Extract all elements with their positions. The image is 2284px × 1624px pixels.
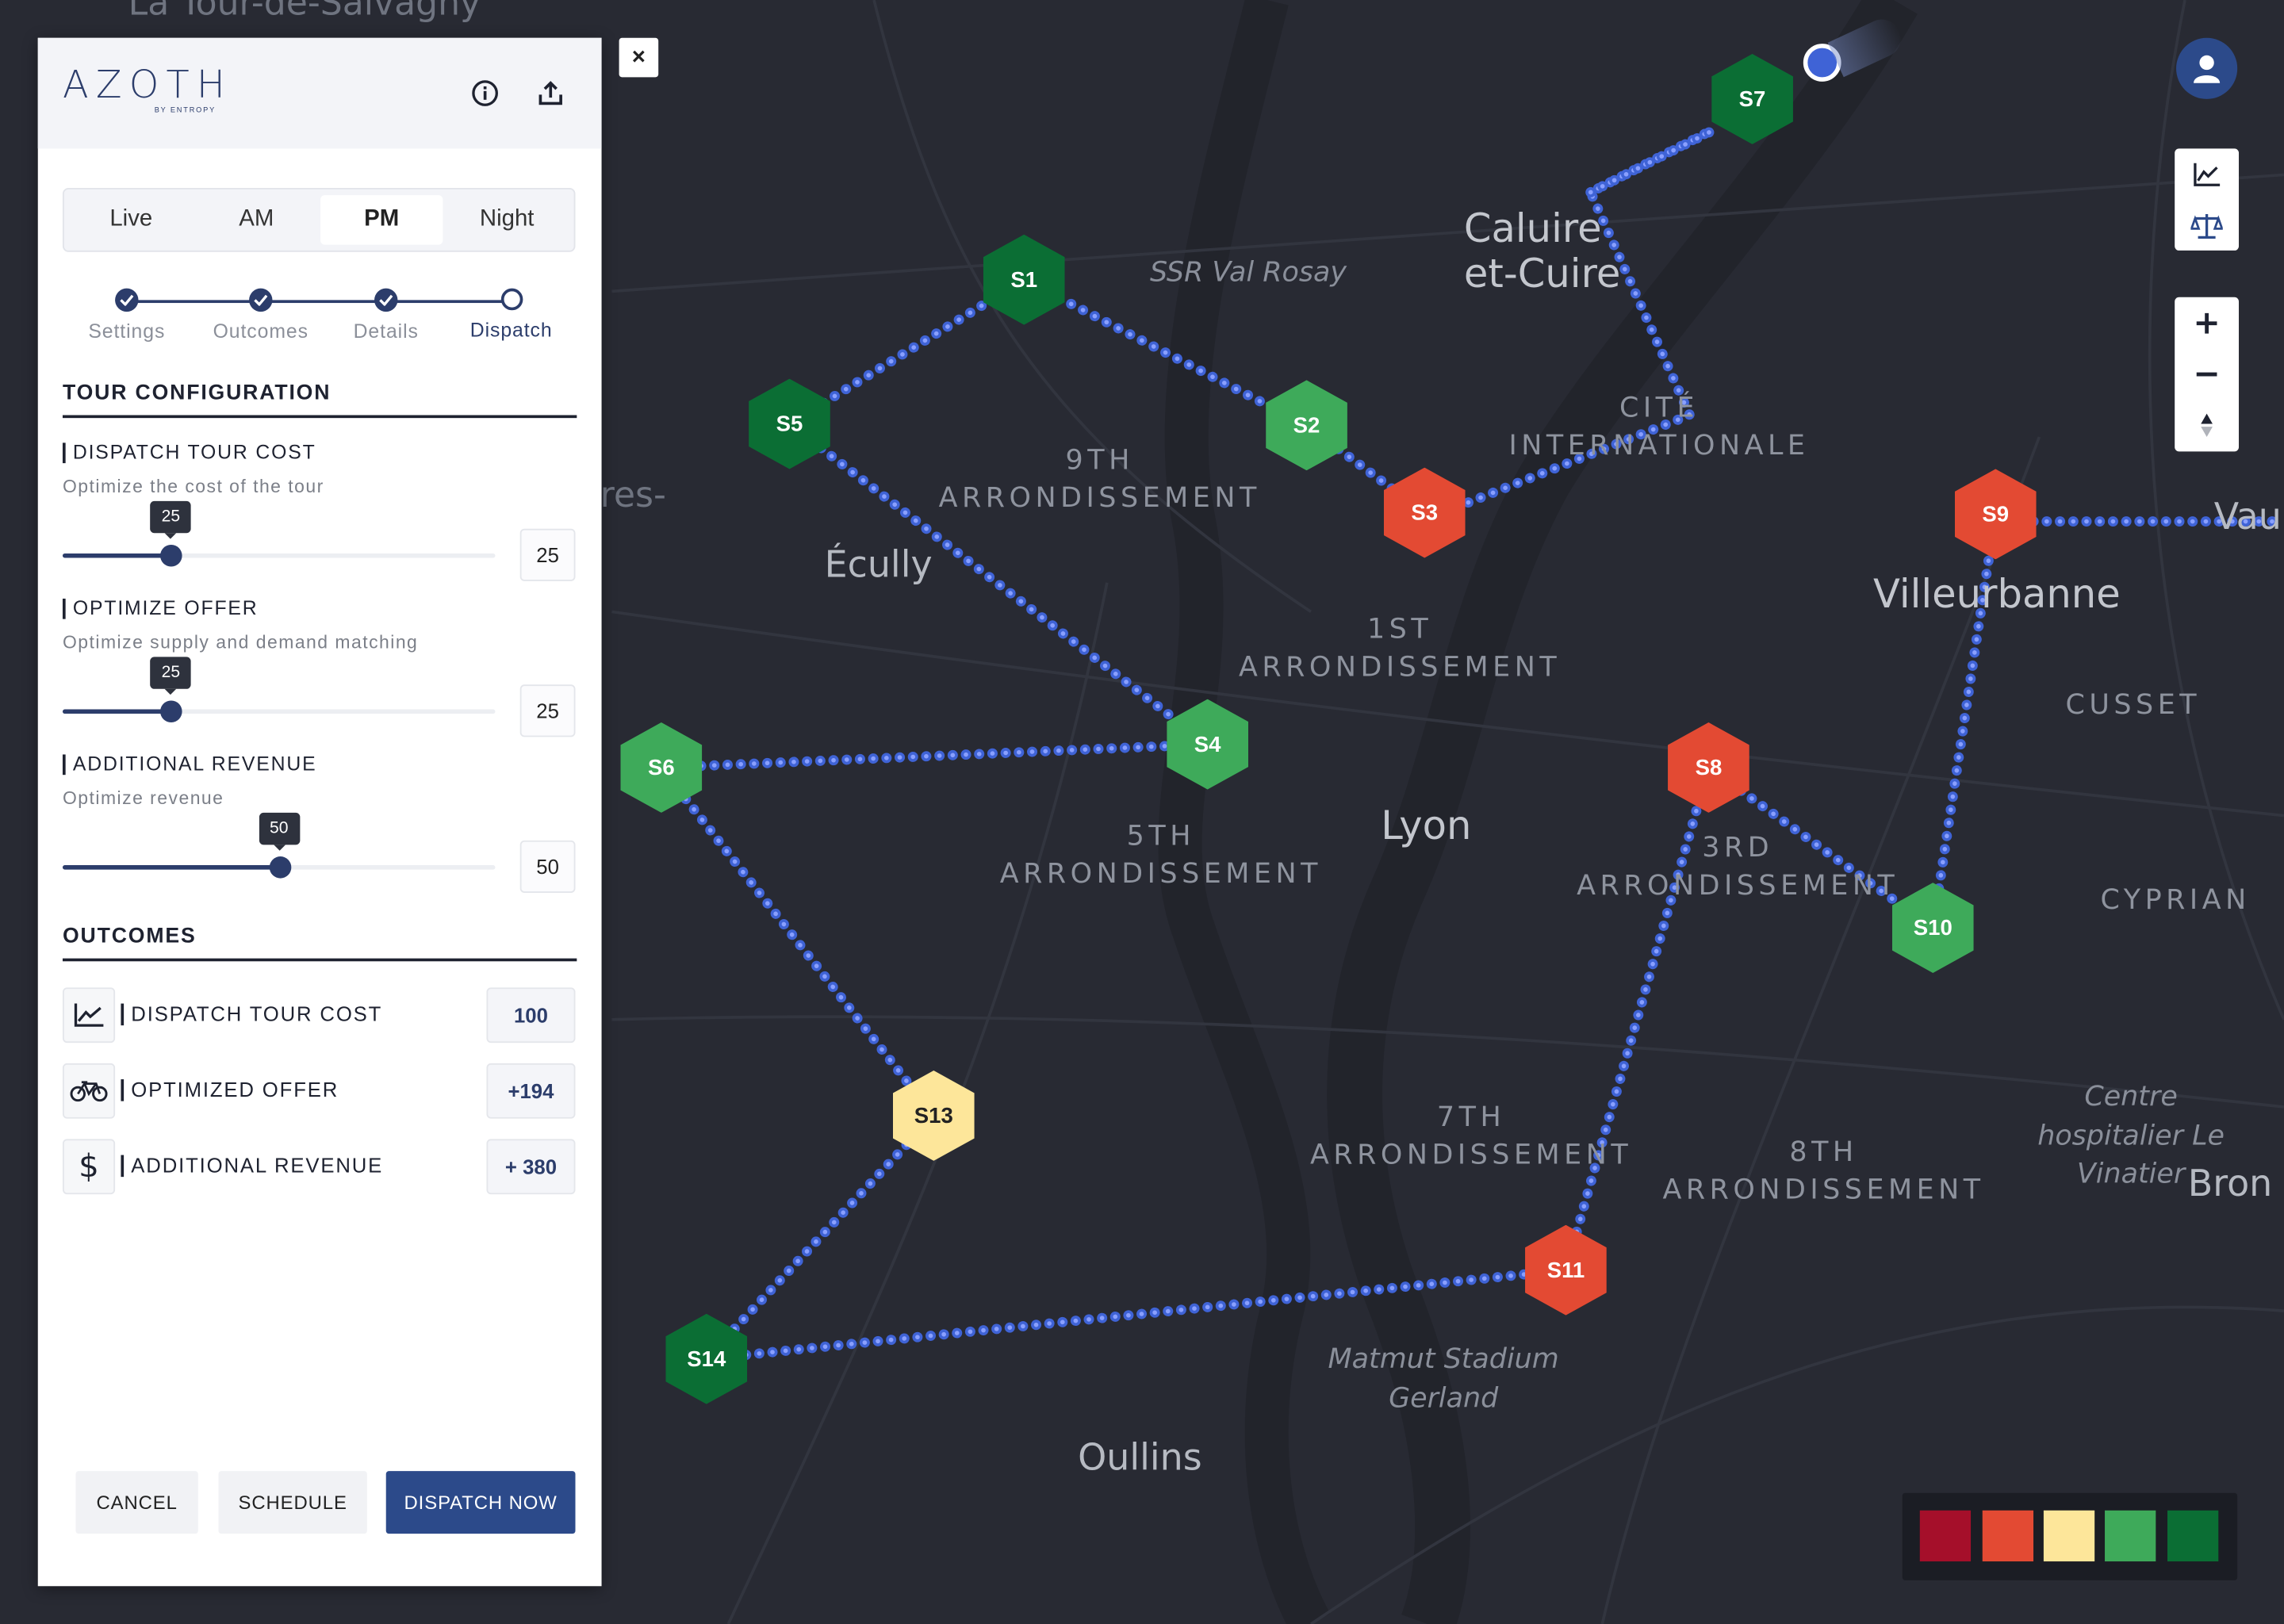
step-dispatch[interactable]: Dispatch [446, 282, 577, 341]
additional-revenue-slider[interactable]: 50 [62, 812, 496, 879]
legend-swatch-dark-green [2167, 1510, 2219, 1562]
map-label: Écully [824, 543, 933, 586]
map-label: Bron [2187, 1162, 2273, 1205]
dispatch-panel: AZOTH BY ENTROPY Live AM PM Night Settings O… [37, 37, 602, 1587]
dispatch-tour-cost-subtitle: Optimize the cost of the tour [62, 476, 324, 497]
step-label: Outcomes [213, 320, 308, 343]
map-label: La Tour-de-Salvagny [128, 0, 481, 24]
progress-stepper: Settings Outcomes Details Dispatch [61, 282, 573, 343]
step-details[interactable]: Details [320, 282, 451, 343]
view-controls [2175, 148, 2240, 251]
dispatch-tour-cost-title: DISPATCH TOUR COST [62, 442, 316, 464]
map-label: CYPRIAN [2100, 883, 2251, 917]
additional-revenue-value[interactable]: 50 [519, 840, 576, 893]
optimize-offer-title: OPTIMIZE OFFER [62, 598, 259, 619]
check-icon [249, 288, 273, 312]
legend-swatch-yellow [2043, 1510, 2095, 1562]
map-label: CUSSET [2065, 688, 2202, 722]
outcome-label: OPTIMIZED OFFER [121, 1078, 339, 1101]
map-label: CITÉ INTERNATIONALE [1508, 392, 1810, 462]
balance-scale-icon[interactable] [2175, 200, 2239, 251]
azoth-logo: AZOTH BY ENTROPY [62, 63, 232, 116]
slider-handle[interactable] [268, 856, 291, 879]
map-label: 9TH ARRONDISSEMENT [938, 444, 1261, 514]
outcome-dispatch-tour-cost: DISPATCH TOUR COST 100 [62, 987, 576, 1044]
chart-icon[interactable] [2175, 148, 2239, 199]
map-label: SSR Val Rosay [1150, 256, 1347, 289]
step-outcomes[interactable]: Outcomes [195, 282, 326, 343]
optimize-offer-value[interactable]: 25 [519, 684, 576, 737]
outcome-value: +194 [486, 1063, 576, 1119]
map-label: 1ST ARRONDISSEMENT [1238, 613, 1562, 683]
close-panel-button[interactable]: × [619, 37, 659, 78]
map-label: Matmut Stadium Gerland [1328, 1342, 1559, 1414]
legend-swatch-green [2105, 1510, 2156, 1562]
schedule-button[interactable]: SCHEDULE [218, 1471, 367, 1534]
export-icon[interactable] [535, 77, 566, 109]
slider-tooltip: 50 [259, 812, 300, 851]
map-label: res- [600, 474, 666, 516]
optimize-offer-subtitle: Optimize supply and demand matching [62, 632, 419, 653]
info-icon[interactable] [469, 77, 500, 109]
outcomes-title: OUTCOMES [62, 925, 577, 962]
map-label: 7TH ARRONDISSEMENT [1309, 1101, 1633, 1171]
step-label: Dispatch [469, 319, 553, 341]
legend-swatch-dark-red [1919, 1510, 1972, 1562]
map-label: 8TH ARRONDISSEMENT [1662, 1136, 1985, 1206]
outcome-label: DISPATCH TOUR COST [121, 1003, 382, 1026]
outcome-value: + 380 [486, 1139, 576, 1195]
time-tabs: Live AM PM Night [62, 187, 576, 252]
map-label: Oullins [1078, 1436, 1202, 1479]
status-legend [1902, 1492, 2238, 1580]
current-step-icon [500, 288, 523, 311]
route-path [701, 1110, 939, 1365]
slider-handle[interactable] [160, 700, 183, 723]
map-label: 5TH ARRONDISSEMENT [999, 820, 1322, 890]
tour-configuration-title: TOUR CONFIGURATION [62, 381, 577, 419]
panel-header: AZOTH BY ENTROPY [37, 37, 602, 149]
slider-handle[interactable] [160, 544, 183, 567]
tab-pm[interactable]: PM [320, 195, 443, 245]
tab-am[interactable]: AM [195, 195, 317, 244]
map-label: Vau [2213, 495, 2282, 538]
dispatch-tour-cost-slider[interactable]: 25 [62, 500, 496, 567]
chart-line-icon [62, 987, 116, 1044]
check-icon [115, 288, 139, 312]
optimize-offer-slider[interactable]: 25 [62, 657, 496, 723]
outcome-value: 100 [486, 987, 576, 1044]
cancel-button[interactable]: CANCEL [75, 1471, 198, 1534]
zoom-in-icon[interactable] [2175, 297, 2239, 348]
dispatch-tour-cost-value[interactable]: 25 [519, 528, 576, 581]
step-settings[interactable]: Settings [61, 282, 192, 343]
step-label: Details [353, 320, 419, 343]
user-avatar[interactable] [2176, 37, 2238, 99]
bicycle-icon [62, 1063, 116, 1119]
map-label: Caluire et-Cuire [1463, 206, 1621, 297]
outcome-optimized-offer: OPTIMIZED OFFER +194 [62, 1063, 576, 1119]
slider-tooltip: 25 [150, 500, 192, 539]
legend-swatch-red [1982, 1510, 2034, 1562]
tab-night[interactable]: Night [446, 195, 568, 244]
map-label: Villeurbanne [1872, 572, 2121, 618]
additional-revenue-title: ADDITIONAL REVENUE [62, 754, 317, 776]
outcome-label: ADDITIONAL REVENUE [121, 1155, 383, 1178]
step-label: Settings [88, 320, 166, 343]
dollar-icon: $ [62, 1139, 116, 1195]
additional-revenue-subtitle: Optimize revenue [62, 787, 224, 809]
zoom-controls [2175, 297, 2240, 452]
compass-icon[interactable] [2175, 399, 2239, 450]
map-label: 3RD ARRONDISSEMENT [1577, 831, 1899, 902]
slider-tooltip: 25 [150, 657, 192, 695]
tab-live[interactable]: Live [70, 195, 192, 244]
zoom-out-icon[interactable] [2175, 348, 2239, 399]
dispatch-now-button[interactable]: DISPATCH NOW [385, 1471, 576, 1534]
outcome-additional-revenue: $ ADDITIONAL REVENUE + 380 [62, 1139, 576, 1195]
check-icon [374, 288, 398, 312]
map-label: Lyon [1381, 803, 1472, 849]
